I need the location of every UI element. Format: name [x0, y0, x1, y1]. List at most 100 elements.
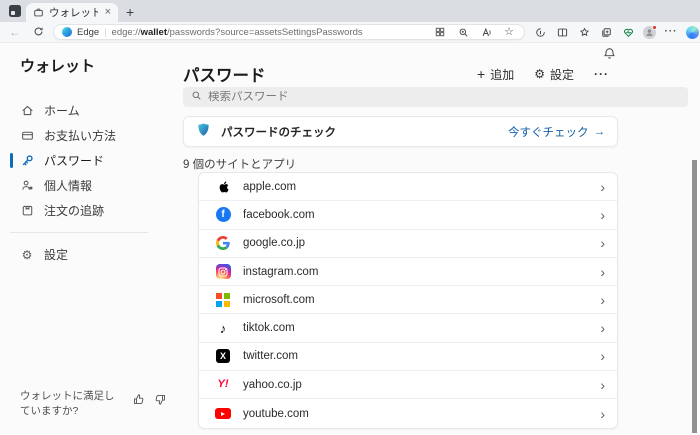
site-domain: facebook.com	[243, 209, 588, 221]
saved-passwords-list: apple.com › f facebook.com › google.co.j…	[198, 172, 618, 429]
profile-avatar[interactable]	[643, 26, 656, 39]
package-icon	[20, 204, 34, 218]
site-domain: apple.com	[243, 181, 588, 193]
tab-actions-menu-icon[interactable]	[9, 5, 21, 17]
browser-tab-wallet[interactable]: ウォレット ×	[26, 3, 118, 22]
check-now-link[interactable]: 今すぐチェック→	[508, 124, 605, 140]
password-row-twitter.com[interactable]: X twitter.com ›	[199, 343, 617, 371]
notification-dot	[652, 25, 657, 30]
zoom-in-icon[interactable]	[456, 25, 470, 39]
card-icon	[20, 129, 34, 143]
page-header: パスワード +追加 ⚙設定 ···	[183, 62, 609, 86]
password-row-yahoo.co.jp[interactable]: Y! yahoo.co.jp ›	[199, 371, 617, 399]
sidebar-title: ウォレット	[20, 55, 175, 76]
chevron-right-icon: ›	[600, 293, 605, 307]
microsoft-icon	[215, 292, 231, 308]
tiktok-icon: ♪	[215, 320, 231, 336]
address-bar-separator: |	[104, 27, 106, 37]
add-password-button[interactable]: +追加	[477, 66, 514, 83]
new-tab-button[interactable]: +	[126, 5, 134, 19]
thumbs-up-icon[interactable]	[132, 393, 145, 411]
password-check-card[interactable]: パスワードのチェック 今すぐチェック→	[183, 116, 618, 147]
split-screen-icon[interactable]	[555, 25, 569, 39]
arrow-right-icon: →	[594, 126, 606, 138]
edge-logo-icon	[62, 27, 72, 37]
password-row-microsoft.com[interactable]: microsoft.com ›	[199, 286, 617, 314]
google-icon	[215, 235, 231, 251]
wallet-favicon-icon	[33, 7, 44, 18]
address-bar-badge: Edge	[77, 27, 99, 38]
extensions-icon[interactable]	[533, 25, 547, 39]
selected-indicator	[10, 203, 13, 218]
more-menu-icon[interactable]: ···	[664, 25, 678, 39]
password-row-google.co.jp[interactable]: google.co.jp ›	[199, 230, 617, 258]
thumbs-down-icon[interactable]	[154, 393, 167, 411]
sidebar: ウォレット ホーム お支払い方法	[0, 43, 175, 435]
gear-icon: ⚙	[20, 248, 34, 262]
tab-close-icon[interactable]: ×	[103, 6, 113, 19]
password-row-tiktok.com[interactable]: ♪ tiktok.com ›	[199, 314, 617, 342]
chevron-right-icon: ›	[600, 208, 605, 222]
refresh-icon[interactable]	[30, 26, 47, 39]
back-icon: ←	[6, 26, 24, 38]
password-settings-button[interactable]: ⚙設定	[534, 66, 574, 83]
sidebar-item-payments[interactable]: お支払い方法	[20, 123, 175, 148]
feedback-question: ウォレットに満足していますか?	[20, 389, 122, 419]
sidebar-item-home[interactable]: ホーム	[20, 98, 175, 123]
key-icon	[20, 154, 34, 168]
sidebar-item-passwords[interactable]: パスワード	[20, 148, 175, 173]
search-icon	[191, 88, 202, 106]
chevron-right-icon: ›	[600, 349, 605, 363]
site-domain: google.co.jp	[243, 237, 588, 249]
shield-icon	[196, 122, 211, 142]
sidebar-nav: ホーム お支払い方法 パスワード	[20, 98, 175, 223]
password-row-instagram.com[interactable]: instagram.com ›	[199, 258, 617, 286]
read-aloud-icon[interactable]	[479, 25, 493, 39]
wallet-page: ウォレット ホーム お支払い方法	[0, 43, 700, 435]
yahoo-icon: Y!	[215, 377, 231, 393]
collections-icon[interactable]	[599, 25, 613, 39]
shopping-icon[interactable]	[577, 25, 591, 39]
password-check-label: パスワードのチェック	[221, 124, 498, 140]
password-row-youtube.com[interactable]: youtube.com ›	[199, 399, 617, 427]
gear-icon: ⚙	[534, 68, 545, 80]
plus-icon: +	[477, 67, 485, 81]
sidebar-item-label: 設定	[44, 246, 68, 263]
sidebar-item-label: パスワード	[44, 152, 104, 169]
scrollbar-thumb[interactable]	[692, 160, 697, 433]
search-passwords-box	[183, 87, 688, 107]
page-title: パスワード	[183, 62, 266, 86]
sidebar-item-label: 個人情報	[44, 177, 92, 194]
address-bar[interactable]: Edge | edge://wallet/passwords?source=as…	[53, 24, 525, 40]
home-icon	[20, 104, 34, 118]
sidebar-item-settings[interactable]: ⚙ 設定	[20, 242, 175, 267]
chevron-right-icon: ›	[600, 407, 605, 421]
site-domain: twitter.com	[243, 350, 588, 362]
instagram-icon	[215, 264, 231, 280]
search-input[interactable]	[208, 91, 680, 103]
selected-indicator	[10, 153, 13, 168]
apps-grid-icon[interactable]	[433, 25, 447, 39]
twitter-icon: X	[215, 348, 231, 364]
chevron-right-icon: ›	[600, 321, 605, 335]
selected-indicator	[10, 128, 13, 143]
password-row-apple.com[interactable]: apple.com ›	[199, 173, 617, 201]
password-row-facebook.com[interactable]: f facebook.com ›	[199, 201, 617, 229]
youtube-icon	[215, 406, 231, 422]
browser-essentials-icon[interactable]	[621, 25, 635, 39]
sidebar-item-personal-info[interactable]: 個人情報	[20, 173, 175, 198]
add-favorite-icon[interactable]: ☆	[502, 25, 516, 39]
tab-strip: ウォレット × +	[0, 0, 700, 22]
more-options-icon[interactable]: ···	[594, 67, 609, 81]
facebook-icon: f	[215, 207, 231, 223]
chevron-right-icon: ›	[600, 378, 605, 392]
feedback-prompt: ウォレットに満足していますか?	[20, 389, 167, 419]
url-text: edge://wallet/passwords?source=assetsSet…	[112, 27, 428, 38]
sidebar-item-label: 注文の追跡	[44, 202, 104, 219]
sidebar-item-label: お支払い方法	[44, 127, 116, 144]
apple-icon	[215, 179, 231, 195]
sidebar-item-label: ホーム	[44, 102, 80, 119]
copilot-icon[interactable]	[686, 26, 699, 39]
sidebar-item-order-tracking[interactable]: 注文の追跡	[20, 198, 175, 223]
site-domain: instagram.com	[243, 266, 588, 278]
